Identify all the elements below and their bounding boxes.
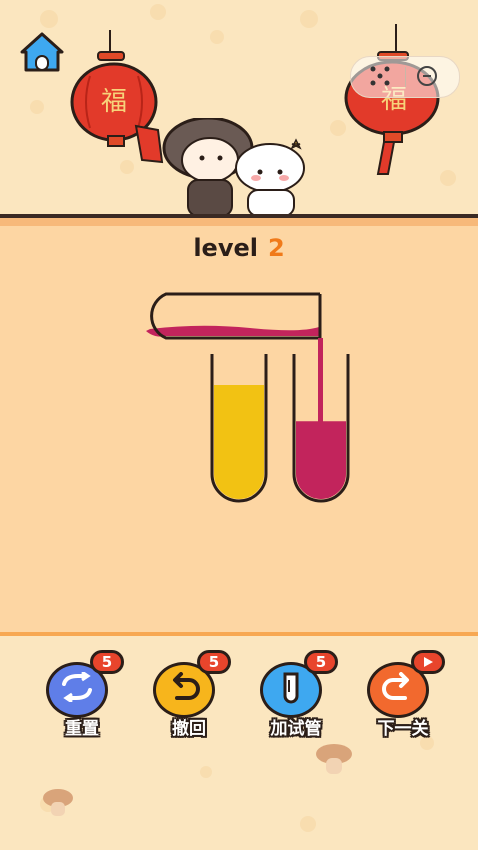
level-indicator: level 2 (0, 234, 478, 262)
undo-icon (173, 672, 200, 700)
reset-badge: 5 (90, 650, 124, 674)
play-video-icon (424, 657, 433, 667)
sheep-characters (162, 118, 305, 217)
undo-label: 撤回 (172, 719, 206, 739)
next-level-button[interactable]: 下一关 (365, 650, 445, 748)
lantern-right: 福 (344, 24, 440, 175)
reset-arrows-icon (62, 672, 92, 702)
tube-1[interactable] (210, 354, 268, 503)
video-ad-badge (411, 650, 445, 674)
lantern-left-char: 福 (101, 87, 127, 117)
add-tube-badge: 5 (304, 650, 338, 674)
pour-stream (318, 338, 323, 428)
menu-capsule (350, 56, 460, 98)
next-level-icon (382, 672, 409, 700)
level-label: level (193, 234, 258, 262)
level-number: 2 (267, 234, 285, 262)
reset-label: 重置 (65, 719, 99, 739)
close-minimize-icon[interactable] (417, 66, 437, 86)
mushroom-decoration-2 (43, 789, 73, 816)
next-level-label: 下一关 (377, 719, 429, 739)
home-button[interactable] (18, 30, 66, 74)
more-dots-icon[interactable] (369, 65, 391, 87)
reset-button[interactable]: 5 重置 (44, 650, 124, 748)
menu-separator (405, 67, 406, 87)
undo-badge: 5 (197, 650, 231, 674)
top-scene: 福 福 (0, 0, 478, 218)
add-tube-label: 加试管 (270, 719, 322, 739)
add-tube-icon (283, 672, 299, 704)
add-tube-button[interactable]: 5 加试管 (258, 650, 338, 748)
tubes-board (146, 292, 350, 503)
pouring-tube[interactable] (146, 292, 322, 340)
undo-button[interactable]: 5 撤回 (151, 650, 231, 748)
